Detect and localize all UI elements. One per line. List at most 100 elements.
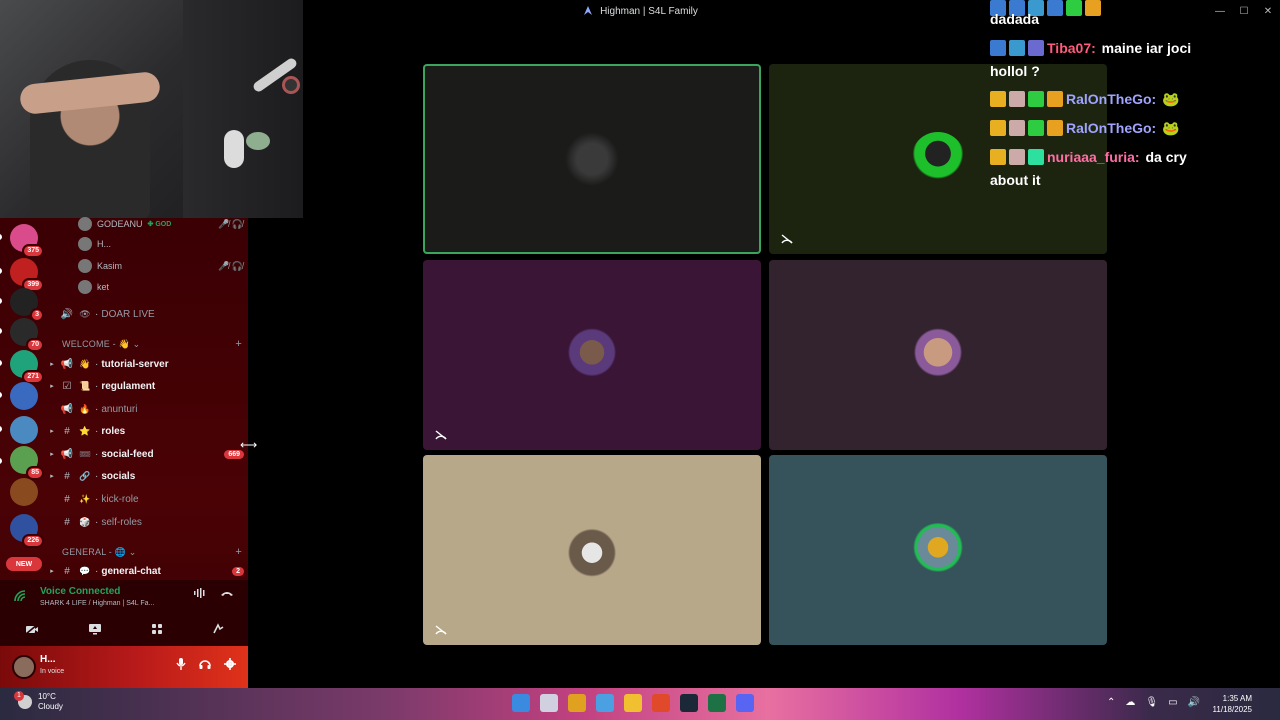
badge-icon xyxy=(1009,149,1025,165)
voice-user-ket[interactable]: ket xyxy=(78,278,243,296)
weather-temp: 10°C xyxy=(38,692,56,701)
windows-taskbar: 1 10°C Cloudy ⌃ ☁ 🎙 ▭ 🔊 1:35 AM 11/18/20… xyxy=(0,688,1280,720)
category-welcome[interactable]: WELCOME - 👋 ⌄ + xyxy=(62,337,242,351)
channel-anunturi[interactable]: 📢 🔥 · anunturi xyxy=(48,399,244,419)
participant-tile[interactable] xyxy=(423,64,761,254)
chat-message: Tiba07: maine iar joci xyxy=(990,37,1250,60)
user-status: In voice xyxy=(40,668,65,675)
disconnect-icon[interactable] xyxy=(220,588,234,601)
add-channel-icon[interactable]: + xyxy=(235,338,242,350)
unread-indicator xyxy=(0,328,2,334)
channel-kick-role[interactable]: # ✨ · kick-role xyxy=(48,489,244,509)
hashtag-icon: # xyxy=(64,493,70,505)
start-icon[interactable] xyxy=(512,694,530,712)
crown-icon xyxy=(990,149,1006,165)
participant-tile[interactable] xyxy=(769,260,1107,450)
volume-icon[interactable]: 🔊 xyxy=(1188,697,1200,708)
stream-chat-overlay: dadada Tiba07: maine iar joci hollol ? R… xyxy=(990,0,1250,200)
channel-general-chat[interactable]: ▸ # 💬 · general-chat 2 xyxy=(48,561,244,581)
channel-social-feed[interactable]: ▸ 📢 🎟 · social-feed 669 xyxy=(48,444,244,464)
channel-name: roles xyxy=(101,425,126,437)
badge-icon xyxy=(1009,120,1025,136)
chat-text: maine iar joci xyxy=(1101,40,1192,56)
channel-emoji: 👁 xyxy=(79,308,91,319)
channel-name: tutorial-server xyxy=(101,358,169,370)
server-badge: 226 xyxy=(22,534,44,548)
voice-user-name: Kasim xyxy=(97,261,123,271)
channel-roles[interactable]: ▸ # ⭐ · roles xyxy=(48,421,244,441)
gift-icon xyxy=(1028,91,1044,107)
participant-tile[interactable] xyxy=(423,260,761,450)
server-icon[interactable]: 375 xyxy=(10,224,44,258)
voice-user-godeanu[interactable]: GODEANU ✤ GOD 🎤̸ 🎧̸ xyxy=(78,215,243,233)
discord-sidebar: 375 399 3 70 271 85 226 NEW GODEANU ✤ GO… xyxy=(0,215,248,688)
server-icon[interactable]: 3 xyxy=(10,288,44,322)
channel-regulament[interactable]: ▸ ☑ 📜 · regulament xyxy=(48,376,244,396)
server-icon[interactable]: 70 xyxy=(10,318,44,352)
channel-emoji: 🎟 xyxy=(79,448,91,459)
file-explorer-icon[interactable] xyxy=(568,694,586,712)
cloud-sync-icon[interactable]: ☁ xyxy=(1125,697,1135,708)
new-unreads-pill[interactable]: NEW xyxy=(6,557,42,571)
clock[interactable]: 1:35 AM 11/18/2025 xyxy=(1213,693,1252,715)
crown-icon xyxy=(990,120,1006,136)
participant-tile[interactable] xyxy=(769,455,1107,645)
figurine xyxy=(224,130,244,168)
screen-share-icon[interactable] xyxy=(88,623,102,638)
speaker-icon: 🔊 xyxy=(60,308,74,320)
discord-icon[interactable] xyxy=(736,694,754,712)
server-icon xyxy=(582,5,594,17)
channel-name: social-feed xyxy=(101,448,154,460)
server-icon[interactable]: 271 xyxy=(10,350,44,384)
voice-user-name: GODEANU xyxy=(97,219,143,229)
microphone-icon[interactable] xyxy=(176,658,186,673)
weather-widget[interactable]: 1 10°C Cloudy xyxy=(14,691,63,712)
mention-badge: 2 xyxy=(232,566,244,576)
channel-self-roles[interactable]: # 🎲 · self-roles xyxy=(48,512,244,532)
voice-user-h[interactable]: H... xyxy=(78,235,243,253)
server-icon[interactable] xyxy=(10,416,38,444)
edge-icon[interactable] xyxy=(596,694,614,712)
camera-off-icon[interactable] xyxy=(24,622,39,638)
server-icon[interactable]: 399 xyxy=(10,258,44,292)
mic-tray-icon[interactable]: 🎙 xyxy=(1145,697,1158,708)
channel-name: self-roles xyxy=(101,516,142,528)
hashtag-icon: # xyxy=(64,425,70,437)
excel-icon[interactable] xyxy=(708,694,726,712)
network-icon[interactable]: ▭ xyxy=(1168,697,1177,708)
resize-cursor-icon: ⟷ xyxy=(240,438,258,452)
settings-gear-icon[interactable] xyxy=(224,658,236,673)
channel-tutorial-server[interactable]: ▸ 📢 👋 · tutorial-server xyxy=(48,354,244,374)
brave-icon[interactable] xyxy=(652,694,670,712)
server-icon[interactable]: 85 xyxy=(10,446,44,480)
crown-icon xyxy=(990,91,1006,107)
voice-user-kasim[interactable]: Kasim 🎤̸ 🎧̸ xyxy=(78,257,243,275)
participant-tile[interactable] xyxy=(423,455,761,645)
channel-doar-live[interactable]: 🔊 👁 · DOAR LIVE xyxy=(48,304,244,324)
category-general[interactable]: GENERAL - 🌐 ⌄ + xyxy=(62,545,242,559)
chevron-up-icon[interactable]: ⌃ xyxy=(1107,697,1115,708)
soundboard-icon[interactable] xyxy=(212,622,224,638)
server-icon[interactable] xyxy=(10,382,38,410)
noise-suppression-icon[interactable] xyxy=(194,588,206,601)
chat-username: nuriaaa_furia: xyxy=(1047,149,1140,165)
webcam-overlay xyxy=(0,0,303,218)
steam-icon[interactable] xyxy=(680,694,698,712)
activities-icon[interactable] xyxy=(151,623,163,638)
camera-muted-icon xyxy=(779,232,795,246)
add-channel-icon[interactable]: + xyxy=(235,546,242,558)
folder-icon[interactable] xyxy=(624,694,642,712)
voice-status-title[interactable]: Voice Connected xyxy=(40,586,120,597)
channel-name: general-chat xyxy=(101,565,161,577)
channel-socials[interactable]: ▸ # 🔗 · socials xyxy=(48,466,244,486)
megaphone-icon: 📢 xyxy=(60,358,74,370)
user-avatar[interactable] xyxy=(12,655,36,679)
voice-user-name: H... xyxy=(97,239,112,249)
server-icon[interactable] xyxy=(10,478,38,506)
window-title: Highman | S4L Family xyxy=(600,5,698,17)
unread-indicator xyxy=(0,360,2,366)
server-icon[interactable]: 226 xyxy=(10,514,44,548)
headphones-icon[interactable] xyxy=(199,658,211,673)
close-button[interactable]: ✕ xyxy=(1256,0,1280,22)
search-icon[interactable] xyxy=(540,694,558,712)
